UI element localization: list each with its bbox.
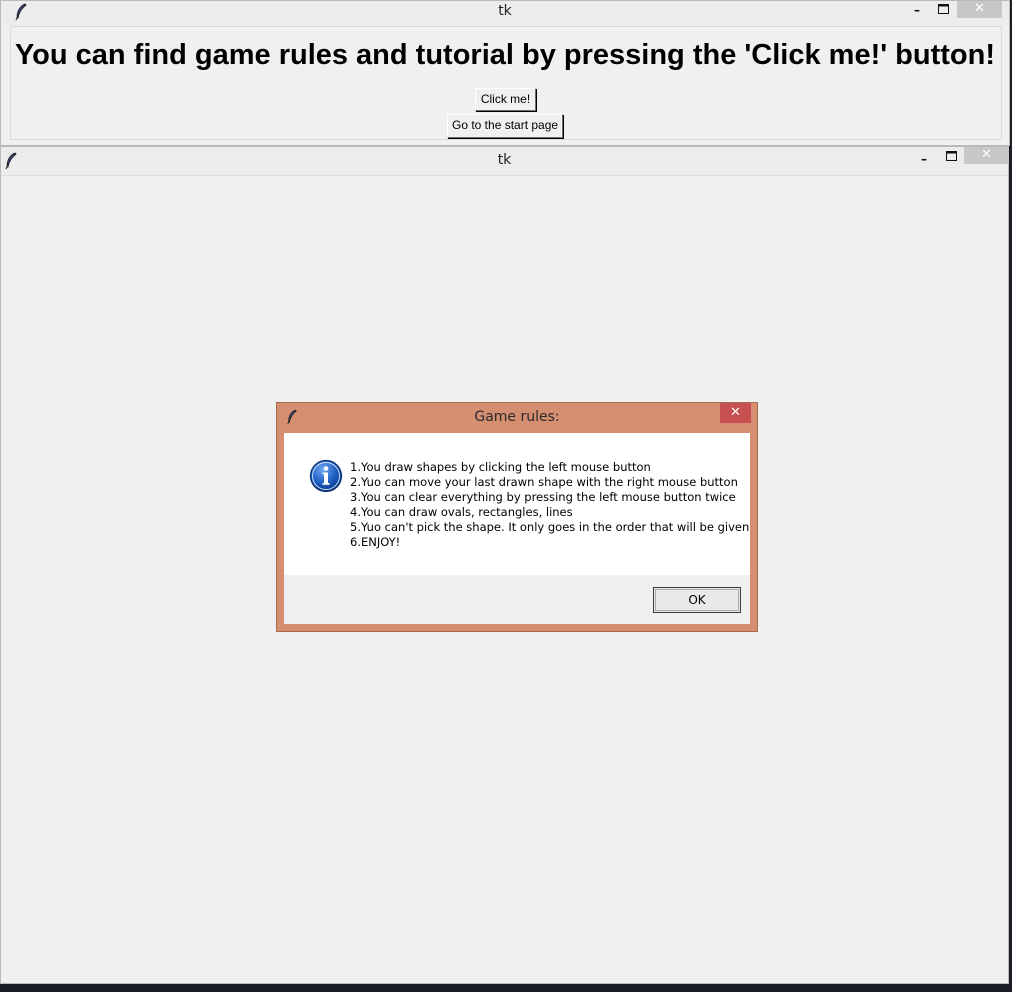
minimize-button[interactable]: – bbox=[903, 1, 931, 21]
close-button[interactable]: ✕ bbox=[964, 147, 1009, 164]
rule-line: 4.You can draw ovals, rectangles, lines bbox=[350, 505, 573, 519]
maximize-icon bbox=[937, 4, 949, 14]
close-button[interactable]: ✕ bbox=[957, 1, 1002, 18]
click-me-button[interactable]: Click me! bbox=[475, 88, 536, 111]
rule-line: 1.You draw shapes by clicking the left m… bbox=[350, 460, 651, 474]
dialog-close-button[interactable]: ✕ bbox=[720, 403, 751, 423]
dialog-title: Game rules: bbox=[474, 409, 560, 425]
rule-line: 3.You can clear everything by pressing t… bbox=[350, 490, 736, 504]
message-area: 1.You draw shapes by clicking the left m… bbox=[284, 433, 750, 575]
dialog-body: 1.You draw shapes by clicking the left m… bbox=[284, 433, 750, 624]
ok-button[interactable]: OK bbox=[653, 587, 741, 613]
start-page-button[interactable]: Go to the start page bbox=[447, 114, 563, 138]
window-titlebar[interactable]: tk – ✕ bbox=[1, 147, 1009, 176]
rules-list: 1.You draw shapes by clicking the left m… bbox=[350, 460, 749, 550]
window-title: tk bbox=[498, 3, 512, 19]
main-window: tk – ✕ You can find game rules and tutor… bbox=[0, 0, 1010, 146]
maximize-button[interactable] bbox=[929, 1, 957, 21]
maximize-button[interactable] bbox=[937, 148, 965, 168]
window-titlebar[interactable]: tk – ✕ bbox=[1, 1, 1009, 25]
info-icon bbox=[309, 459, 343, 493]
window-title: tk bbox=[497, 152, 512, 168]
rule-line: 5.Yuo can't pick the shape. It only goes… bbox=[350, 520, 750, 534]
minimize-button[interactable]: – bbox=[910, 150, 938, 170]
game-rules-dialog: Game rules: ✕ 1.You draw shapes by click… bbox=[276, 402, 758, 632]
rule-line: 6.ENJOY! bbox=[350, 535, 401, 549]
page-heading: You can find game rules and tutorial by … bbox=[14, 39, 996, 71]
maximize-icon bbox=[945, 151, 957, 161]
rule-line: 2.Yuo can move your last drawn shape wit… bbox=[350, 475, 738, 489]
